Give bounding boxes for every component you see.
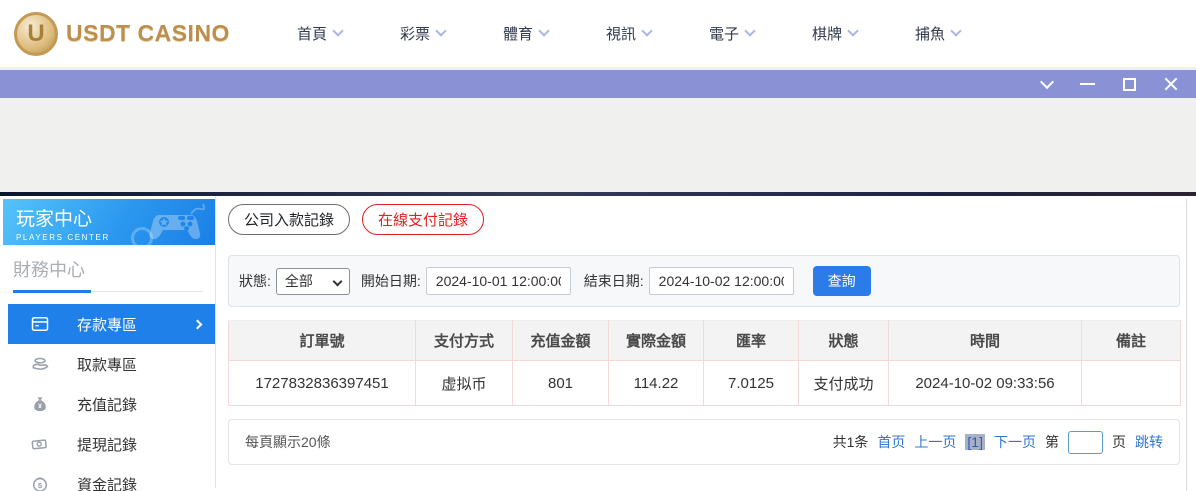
spacer-band bbox=[0, 98, 1196, 192]
coin-purse-icon: $ bbox=[30, 474, 50, 491]
brand-name: USDT CASINO bbox=[66, 20, 230, 47]
logo-letter: U bbox=[27, 20, 44, 48]
page-size-text: 每頁顯示20條 bbox=[245, 432, 331, 452]
nav-item-home[interactable]: 首頁 bbox=[268, 23, 371, 44]
col-recharge-amount: 充值金額 bbox=[513, 321, 609, 361]
chevron-right-icon bbox=[193, 319, 203, 329]
chevron-down-icon bbox=[332, 25, 343, 36]
chevron-down-icon bbox=[641, 25, 652, 36]
main-nav: 首頁 彩票 體育 視訊 電子 棋牌 bbox=[268, 23, 989, 44]
cell-time: 2024-10-02 09:33:56 bbox=[889, 361, 1082, 406]
cell-order-no: 1727832836397451 bbox=[229, 361, 416, 406]
minimize-icon[interactable] bbox=[1080, 83, 1095, 85]
status-label: 狀態: bbox=[239, 271, 271, 291]
sidebar-item-label: 充值記錄 bbox=[77, 394, 137, 415]
chevron-down-icon bbox=[332, 276, 342, 286]
first-page-link[interactable]: 首页 bbox=[877, 432, 905, 452]
record-tabs: 公司入款記錄 在線支付記錄 bbox=[228, 204, 1181, 235]
section-label: 財務中心 bbox=[13, 256, 203, 282]
end-date-input[interactable] bbox=[649, 267, 794, 295]
collapse-icon[interactable] bbox=[1040, 74, 1054, 88]
gamepad-icon bbox=[145, 201, 207, 243]
col-status: 狀態 bbox=[799, 321, 889, 361]
chevron-down-icon bbox=[950, 25, 961, 36]
cell-recharge-amount: 801 bbox=[513, 361, 609, 406]
table-row: 1727832836397451 虚拟币 801 114.22 7.0125 支… bbox=[229, 361, 1181, 406]
right-edge-divider bbox=[1186, 199, 1187, 491]
banknote-icon bbox=[30, 434, 50, 454]
deposit-card-icon bbox=[30, 314, 50, 334]
sidebar-item-recharge-records[interactable]: ¥ 充值記錄 bbox=[0, 384, 215, 424]
cell-remark bbox=[1082, 361, 1181, 406]
finance-section: 財務中心 bbox=[0, 245, 215, 292]
start-date-input[interactable] bbox=[426, 267, 571, 295]
app-window: U USDT CASINO 首頁 彩票 體育 視訊 電子 bbox=[0, 0, 1196, 491]
col-exchange-rate: 匯率 bbox=[704, 321, 799, 361]
cell-actual-amount: 114.22 bbox=[609, 361, 704, 406]
sidebar-item-funds-records[interactable]: $ 資金記錄 bbox=[0, 464, 215, 491]
nav-item-live[interactable]: 視訊 bbox=[577, 23, 680, 44]
money-bag-icon: ¥ bbox=[30, 394, 50, 414]
casino-logo-icon: U bbox=[14, 12, 58, 56]
section-divider bbox=[13, 291, 203, 292]
tab-company-deposit-records[interactable]: 公司入款記錄 bbox=[228, 204, 350, 235]
nav-item-lottery[interactable]: 彩票 bbox=[371, 23, 474, 44]
col-pay-method: 支付方式 bbox=[416, 321, 513, 361]
players-center-header: 玩家中心 PLAYERS CENTER bbox=[3, 199, 215, 245]
sidebar-item-label: 提現記錄 bbox=[77, 434, 137, 455]
nav-item-fishing[interactable]: 捕魚 bbox=[886, 23, 989, 44]
main-panel: 公司入款記錄 在線支付記錄 狀態: 全部 開始日期: 結束日期: 查詢 bbox=[216, 196, 1196, 488]
col-order-no: 訂單號 bbox=[229, 321, 416, 361]
sidebar-item-withdrawal-records[interactable]: 提現記錄 bbox=[0, 424, 215, 464]
next-page-link[interactable]: 下一页 bbox=[994, 432, 1036, 452]
nav-item-slots[interactable]: 電子 bbox=[680, 23, 783, 44]
total-count: 共1条 bbox=[833, 432, 869, 452]
nav-item-sports[interactable]: 體育 bbox=[474, 23, 577, 44]
window-titlebar bbox=[0, 70, 1196, 98]
col-remark: 備註 bbox=[1082, 321, 1181, 361]
sidebar-menu: 存款專區 取款專區 ¥ 充值記錄 bbox=[0, 304, 215, 491]
pagination-bar: 每頁顯示20條 共1条 首页 上一页 [1] 下一页 第 页 跳转 bbox=[228, 419, 1180, 465]
cell-pay-method: 虚拟币 bbox=[416, 361, 513, 406]
jump-prefix: 第 bbox=[1045, 432, 1059, 452]
nav-item-boardgames[interactable]: 棋牌 bbox=[783, 23, 886, 44]
col-time: 時間 bbox=[889, 321, 1082, 361]
maximize-icon[interactable] bbox=[1123, 78, 1136, 91]
sidebar-item-label: 取款專區 bbox=[77, 354, 137, 375]
svg-text:¥: ¥ bbox=[38, 403, 42, 410]
sidebar-item-withdraw[interactable]: 取款專區 bbox=[0, 344, 215, 384]
sidebar-item-deposit[interactable]: 存款專區 bbox=[8, 304, 215, 344]
sidebar-item-label: 資金記錄 bbox=[77, 474, 137, 491]
chevron-down-icon bbox=[435, 25, 446, 36]
jump-button[interactable]: 跳转 bbox=[1135, 432, 1163, 452]
page-number-input[interactable] bbox=[1068, 431, 1103, 454]
current-page[interactable]: [1] bbox=[965, 434, 985, 450]
content-area: 玩家中心 PLAYERS CENTER 財務中心 bbox=[0, 196, 1196, 488]
brand-logo[interactable]: U USDT CASINO bbox=[14, 12, 240, 56]
jump-suffix: 页 bbox=[1112, 432, 1126, 452]
payment-records-table: 訂單號 支付方式 充值金額 實際金額 匯率 狀態 時間 備註 172783283… bbox=[228, 320, 1181, 406]
filter-bar: 狀態: 全部 開始日期: 結束日期: 查詢 bbox=[228, 255, 1180, 307]
chevron-down-icon bbox=[538, 25, 549, 36]
decor-ring bbox=[131, 227, 153, 245]
svg-text:$: $ bbox=[38, 481, 43, 490]
pager: 共1条 首页 上一页 [1] 下一页 第 页 跳转 bbox=[833, 431, 1163, 454]
sidebar-item-label: 存款專區 bbox=[77, 314, 137, 335]
sidebar: 玩家中心 PLAYERS CENTER 財務中心 bbox=[0, 196, 216, 488]
tab-online-payment-records[interactable]: 在線支付記錄 bbox=[362, 204, 484, 235]
start-date-label: 開始日期: bbox=[361, 271, 421, 291]
cell-status: 支付成功 bbox=[799, 361, 889, 406]
close-icon[interactable] bbox=[1164, 77, 1178, 91]
status-select[interactable]: 全部 bbox=[276, 268, 350, 295]
chevron-down-icon bbox=[744, 25, 755, 36]
prev-page-link[interactable]: 上一页 bbox=[914, 432, 956, 452]
cell-exchange-rate: 7.0125 bbox=[704, 361, 799, 406]
table-header: 訂單號 支付方式 充值金額 實際金額 匯率 狀態 時間 備註 bbox=[229, 321, 1181, 361]
withdraw-hand-icon bbox=[30, 354, 50, 374]
search-button[interactable]: 查詢 bbox=[813, 266, 871, 296]
end-date-label: 結束日期: bbox=[584, 271, 644, 291]
top-header: U USDT CASINO 首頁 彩票 體育 視訊 電子 bbox=[0, 0, 1196, 70]
chevron-down-icon bbox=[847, 25, 858, 36]
col-actual-amount: 實際金額 bbox=[609, 321, 704, 361]
